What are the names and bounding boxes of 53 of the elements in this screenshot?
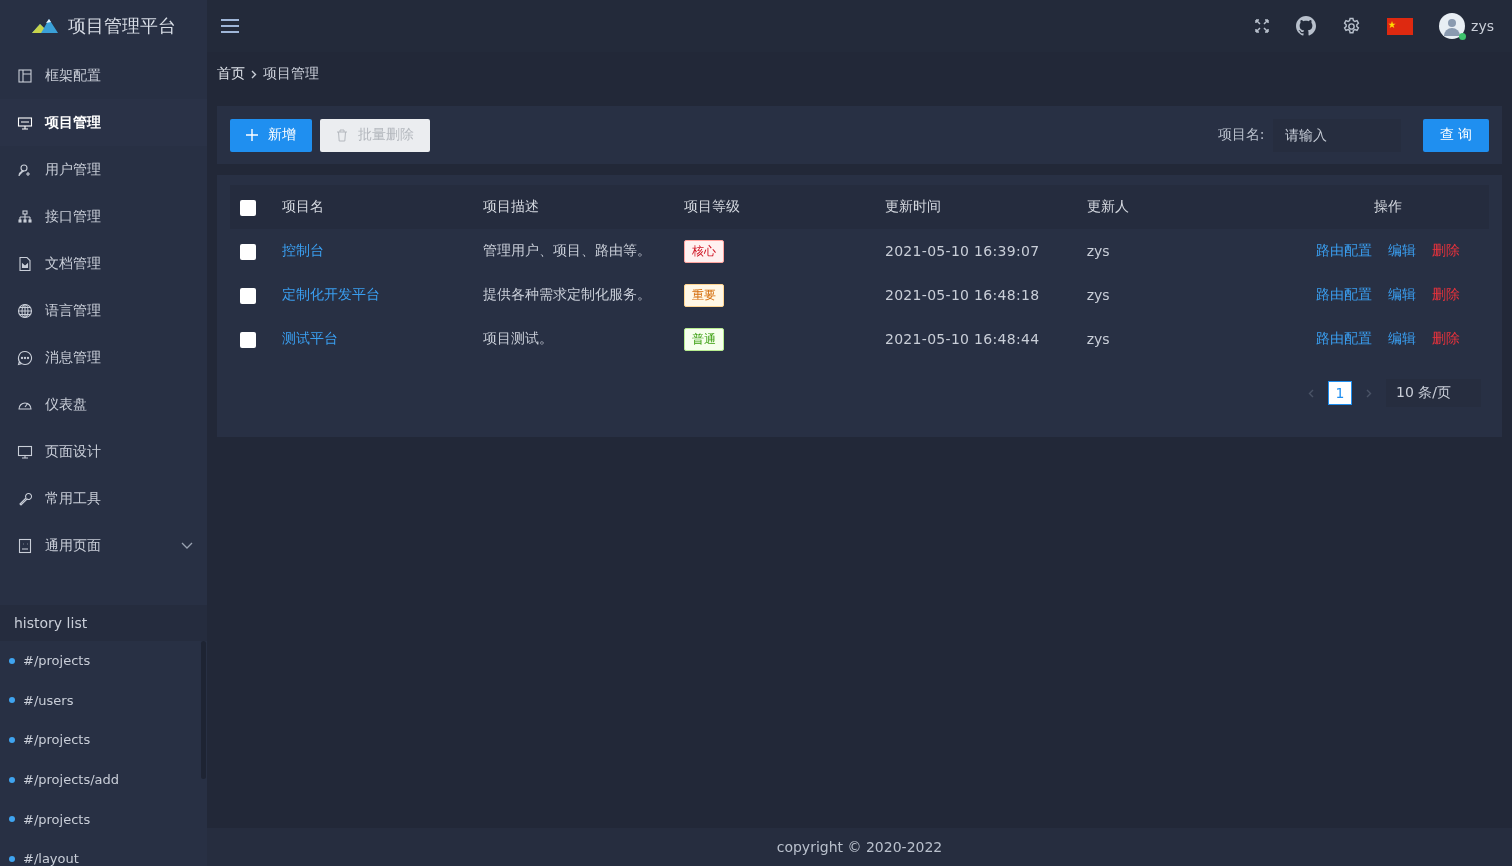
column-header: 操作 [1374, 198, 1403, 214]
column-header: 更新人 [1086, 198, 1129, 214]
project-name-input[interactable]: 请输入 [1272, 118, 1401, 152]
sidebar-menu-item[interactable]: 接口管理 [0, 193, 207, 240]
table-cell: zys [1086, 243, 1110, 259]
level-tag: 普通 [683, 327, 724, 351]
action-link[interactable]: 路由配置 [1316, 286, 1373, 302]
table-cell: 2021-05-10 16:39:07 [884, 243, 1040, 259]
filter-label: 项目名: [1217, 126, 1265, 144]
action-link[interactable]: 编辑 [1388, 330, 1417, 346]
project-name-link[interactable]: 测试平台 [281, 330, 338, 346]
action-link[interactable]: 编辑 [1388, 242, 1417, 258]
sidebar-menu-item[interactable]: 用户管理 [0, 146, 207, 193]
table-cell: zys [1086, 287, 1110, 303]
column-header: 项目描述 [482, 198, 539, 214]
history-list-title: history list [0, 605, 207, 641]
table-cell: zys [1086, 331, 1110, 347]
table-cell: 2021-05-10 16:48:18 [884, 287, 1040, 303]
column-header: 项目名 [281, 198, 324, 214]
project-name-link[interactable]: 控制台 [281, 242, 324, 258]
history-link[interactable]: #/projects [23, 732, 91, 748]
copyright-text: copyright © 2020-2022 [776, 839, 943, 855]
action-link[interactable]: 编辑 [1388, 286, 1417, 302]
page-button[interactable]: 1 [1328, 381, 1352, 405]
action-link[interactable]: 路由配置 [1316, 330, 1373, 346]
history-link[interactable]: #/projects [23, 811, 91, 827]
column-header: 更新时间 [884, 198, 941, 214]
sidebar-menu-item[interactable]: 框架配置 [0, 52, 207, 99]
project-name-link[interactable]: 定制化开发平台 [281, 286, 380, 302]
sidebar-menu-item[interactable]: 语言管理 [0, 287, 207, 334]
sidebar-menu-item[interactable]: 常用工具 [0, 475, 207, 522]
table-cell: 2021-05-10 16:48:44 [884, 331, 1040, 347]
history-link[interactable]: #/projects/add [23, 772, 119, 788]
history-link[interactable]: #/layout [23, 851, 79, 866]
username[interactable]: zys [1471, 18, 1494, 34]
app-title: 项目管理平台 [68, 14, 176, 38]
sidebar-menu-item[interactable]: 通用页面 [0, 522, 207, 569]
breadcrumb-item[interactable]: 首页 [217, 65, 245, 83]
column-header: 项目等级 [683, 198, 740, 214]
level-tag: 重要 [683, 283, 724, 307]
page-size-select[interactable]: 10 条/页 [1386, 379, 1481, 407]
action-link[interactable]: 路由配置 [1316, 242, 1373, 258]
history-link[interactable]: #/projects [23, 653, 91, 669]
table-cell: 项目测试。 [482, 330, 553, 346]
sidebar-menu-item[interactable]: 页面设计 [0, 428, 207, 475]
breadcrumb-item[interactable]: 项目管理 [263, 65, 319, 83]
sidebar-menu-item[interactable]: 仪表盘 [0, 381, 207, 428]
table-cell: 提供各种需求定制化服务。 [482, 286, 651, 302]
table-cell: 管理用户、项目、路由等。 [482, 242, 651, 258]
sidebar-menu-item[interactable]: 消息管理 [0, 334, 207, 381]
sidebar-menu-item[interactable]: 文档管理 [0, 240, 207, 287]
history-link[interactable]: #/users [23, 692, 74, 708]
level-tag: 核心 [683, 239, 724, 263]
